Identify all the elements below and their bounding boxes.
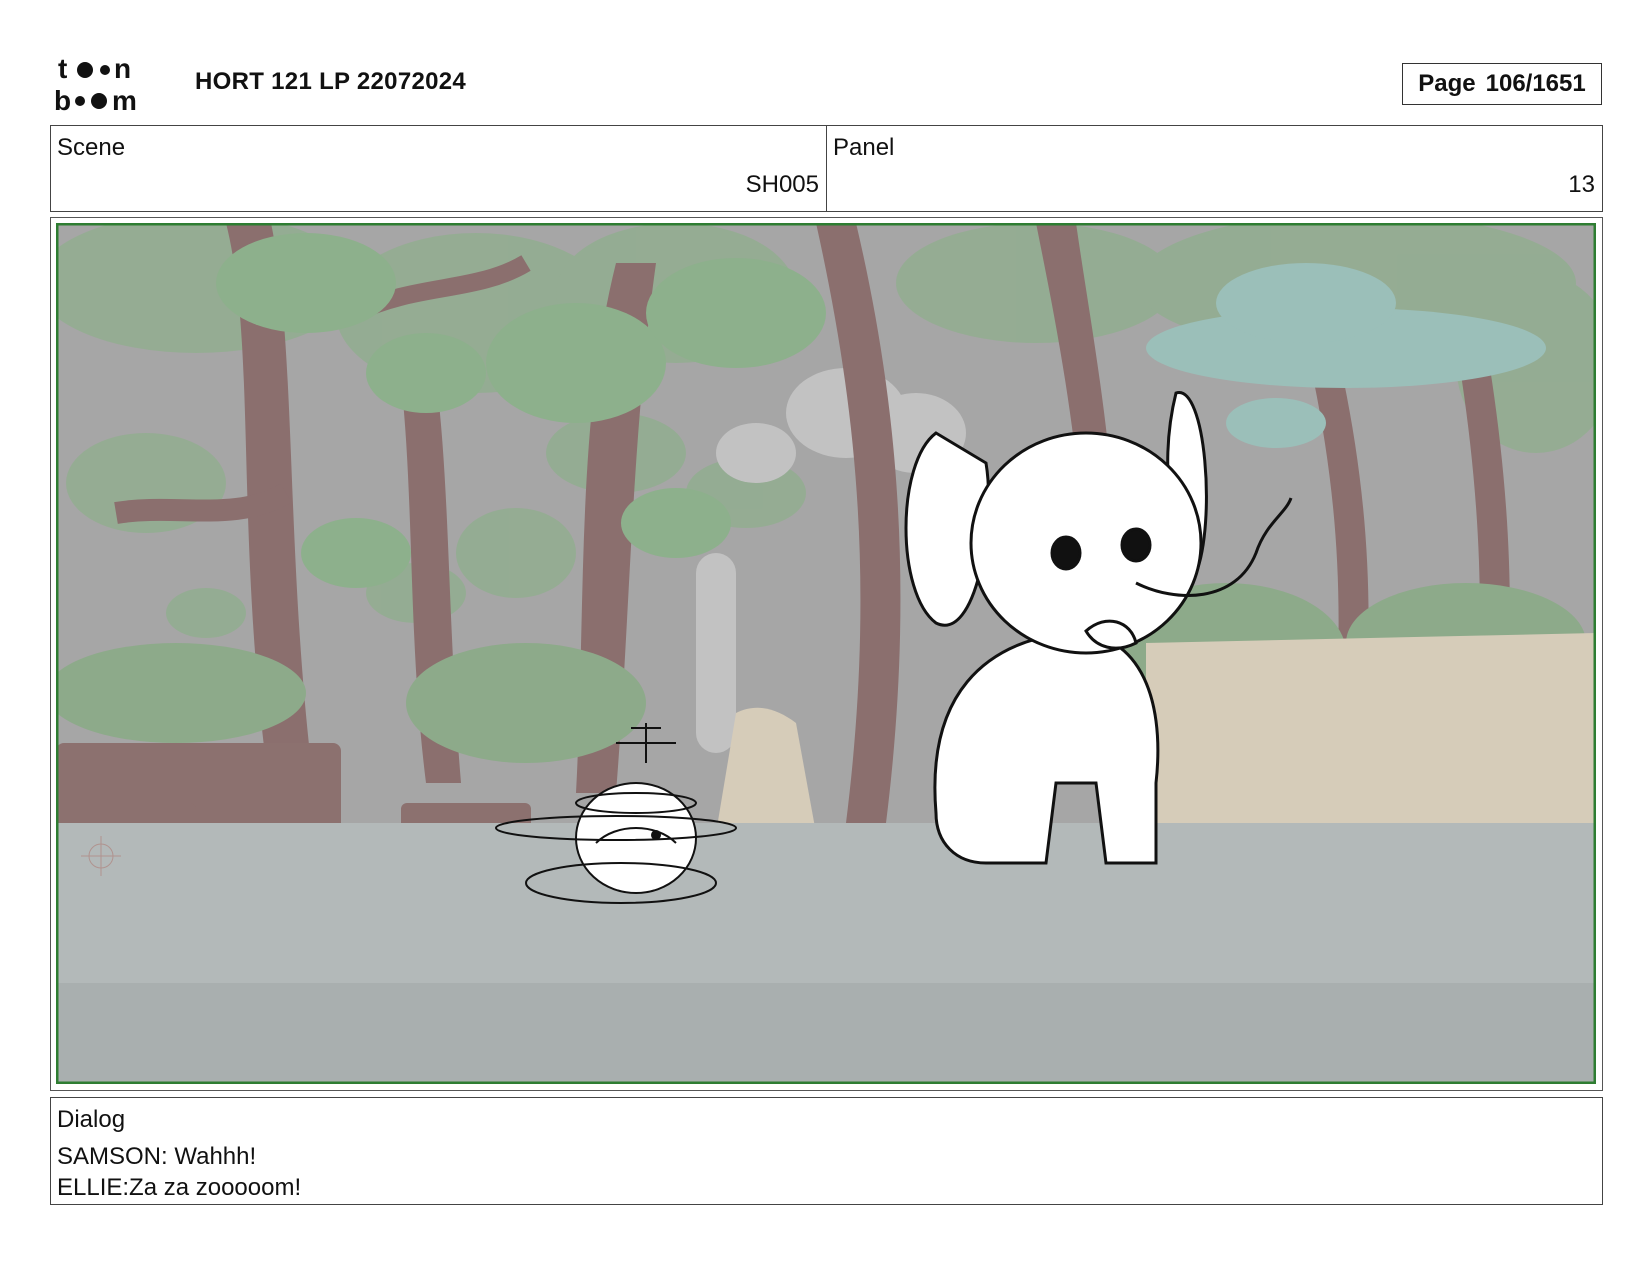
dialog-line: SAMSON: Wahhh!: [57, 1143, 257, 1170]
page-number: 106/1651: [1485, 70, 1586, 97]
scene-value: SH005: [745, 171, 819, 198]
panel-value: 13: [1568, 171, 1595, 198]
toon-boom-logo: t n b m: [54, 54, 137, 114]
document-title: HORT 121 LP 22072024: [195, 68, 467, 95]
scene-cell: Scene SH005: [51, 126, 826, 211]
storyboard-panel: [50, 217, 1603, 1091]
svg-text:n: n: [114, 54, 131, 84]
scene-label: Scene: [57, 134, 126, 161]
page-indicator: Page 106/1651: [1402, 63, 1602, 105]
panel-artwork: [56, 223, 1596, 1084]
scene-panel-row: Scene SH005 Panel 13: [50, 125, 1603, 212]
svg-text:t: t: [58, 54, 67, 84]
dialog-label: Dialog: [57, 1106, 126, 1133]
dialog-line: ELLIE:Za za zooooom!: [57, 1174, 302, 1201]
svg-text:b: b: [54, 85, 71, 114]
panel-label: Panel: [833, 134, 895, 161]
svg-text:m: m: [112, 85, 137, 114]
dialog-box: Dialog SAMSON: Wahhh! ELLIE:Za za zooooo…: [50, 1097, 1603, 1205]
panel-cell: Panel 13: [826, 126, 1602, 211]
page-label: Page: [1418, 70, 1476, 97]
ground-edge: [56, 983, 1596, 1084]
